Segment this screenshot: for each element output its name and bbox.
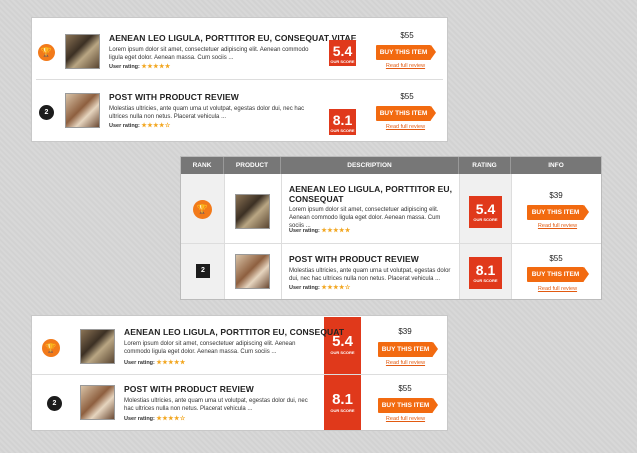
user-rating: User rating: ★★★★☆ bbox=[124, 416, 186, 422]
score-badge: 5.4 OUR SCORE bbox=[329, 40, 356, 66]
price: $55 bbox=[398, 384, 412, 393]
rating-stars: ★★★★☆ bbox=[141, 123, 171, 129]
rank-badge: 2 bbox=[196, 264, 210, 278]
price: $39 bbox=[398, 327, 412, 336]
product-description: Lorem ipsum dolor sit amet, consectetuer… bbox=[109, 47, 309, 61]
trophy-icon: 🏆 bbox=[42, 339, 60, 357]
table-row: 2 POST WITH PRODUCT REVIEW Molestias ult… bbox=[181, 244, 601, 299]
score-badge: 5.4 OUR SCORE bbox=[469, 196, 502, 228]
read-review-link[interactable]: Read full review bbox=[378, 124, 433, 130]
price: $55 bbox=[400, 92, 414, 101]
rating-stars: ★★★★☆ bbox=[321, 285, 351, 291]
table-header: RANK PRODUCT DESCRIPTION RATING INFO bbox=[181, 157, 601, 174]
product-thumbnail[interactable] bbox=[65, 34, 100, 69]
product-thumbnail[interactable] bbox=[80, 385, 115, 420]
column-header-rank: RANK bbox=[181, 157, 224, 174]
product-description: Lorem ipsum dolor sit amet, consectetuer… bbox=[124, 341, 296, 355]
column-header-product: PRODUCT bbox=[224, 157, 281, 174]
read-review-link[interactable]: Read full review bbox=[378, 63, 433, 69]
buy-button[interactable]: BUY THIS ITEM bbox=[378, 398, 438, 413]
trophy-icon: 🏆 bbox=[193, 200, 212, 219]
read-review-link[interactable]: Read full review bbox=[530, 223, 585, 229]
rank-badge: 2 bbox=[39, 105, 54, 120]
score-badge: 8.1 OUR SCORE bbox=[330, 391, 355, 413]
product-title[interactable]: AENEAN LEO LIGULA, PORTTITOR EU, CONSEQU… bbox=[109, 33, 357, 43]
price: $39 bbox=[549, 191, 563, 200]
product-title[interactable]: POST WITH PRODUCT REVIEW bbox=[109, 92, 239, 102]
product-title[interactable]: AENEAN LEO LIGULA, PORTTITOR EU, CONSEQU… bbox=[124, 327, 344, 337]
list-item: 🏆 AENEAN LEO LIGULA, PORTTITOR EU, CONSE… bbox=[32, 316, 447, 374]
read-review-link[interactable]: Read full review bbox=[378, 360, 433, 366]
product-thumbnail[interactable] bbox=[80, 329, 115, 364]
product-thumbnail[interactable] bbox=[235, 194, 270, 229]
user-rating: User rating: ★★★★★ bbox=[109, 64, 171, 70]
column-header-info: INFO bbox=[548, 162, 564, 169]
rank-badge: 2 bbox=[47, 396, 62, 411]
product-description: Molestias ultricies, ante quam urna ut v… bbox=[289, 268, 451, 282]
score-badge: 8.1 OUR SCORE bbox=[469, 257, 502, 289]
product-title[interactable]: AENEAN LEO LIGULA, PORTTITOR EU, CONSEQU… bbox=[289, 184, 454, 204]
list-item: 2 POST WITH PRODUCT REVIEW Molestias ult… bbox=[32, 80, 447, 141]
rating-stars: ★★★★★ bbox=[141, 64, 171, 70]
product-thumbnail[interactable] bbox=[235, 254, 270, 289]
buy-button[interactable]: BUY THIS ITEM bbox=[376, 45, 436, 60]
rating-stars: ★★★★★ bbox=[156, 360, 186, 366]
table-row: 🏆 AENEAN LEO LIGULA, PORTTITOR EU, CONSE… bbox=[181, 174, 601, 243]
review-table: RANK PRODUCT DESCRIPTION RATING INFO 🏆 A… bbox=[180, 156, 602, 300]
user-rating: User rating: ★★★★★ bbox=[289, 228, 351, 234]
trophy-icon: 🏆 bbox=[38, 44, 55, 61]
product-description: Molestias ultricies, ante quam uma ut vo… bbox=[109, 106, 305, 120]
rating-stars: ★★★★☆ bbox=[156, 416, 186, 422]
read-review-link[interactable]: Read full review bbox=[378, 416, 433, 422]
product-description: Molestias ultricies, ante quam uma ut vo… bbox=[124, 398, 308, 412]
user-rating: User rating: ★★★★★ bbox=[124, 360, 186, 366]
price: $55 bbox=[400, 31, 414, 40]
product-title[interactable]: POST WITH PRODUCT REVIEW bbox=[124, 384, 254, 394]
user-rating: User rating: ★★★★☆ bbox=[289, 285, 351, 291]
price: $55 bbox=[549, 254, 563, 263]
rating-stars: ★★★★★ bbox=[321, 228, 351, 234]
buy-button[interactable]: BUY THIS ITEM bbox=[527, 267, 589, 282]
buy-button[interactable]: BUY THIS ITEM bbox=[527, 205, 589, 220]
buy-button[interactable]: BUY THIS ITEM bbox=[376, 106, 436, 121]
buy-button[interactable]: BUY THIS ITEM bbox=[378, 342, 438, 357]
list-item: 🏆 AENEAN LEO LIGULA, PORTTITOR EU, CONSE… bbox=[32, 18, 447, 79]
user-rating: User rating: ★★★★☆ bbox=[109, 123, 171, 129]
list-item: 2 POST WITH PRODUCT REVIEW Molestias ult… bbox=[32, 375, 447, 431]
column-header-rating: RATING bbox=[459, 157, 511, 174]
review-list-simple: 🏆 AENEAN LEO LIGULA, PORTTITOR EU, CONSE… bbox=[31, 17, 448, 142]
score-badge: 5.4 OUR SCORE bbox=[330, 333, 355, 355]
product-title[interactable]: POST WITH PRODUCT REVIEW bbox=[289, 254, 419, 264]
column-header-description: DESCRIPTION bbox=[281, 157, 459, 174]
product-thumbnail[interactable] bbox=[65, 93, 100, 128]
read-review-link[interactable]: Read full review bbox=[530, 286, 585, 292]
score-badge: 8.1 OUR SCORE bbox=[329, 109, 356, 135]
review-list-red-column: 🏆 AENEAN LEO LIGULA, PORTTITOR EU, CONSE… bbox=[31, 315, 448, 431]
